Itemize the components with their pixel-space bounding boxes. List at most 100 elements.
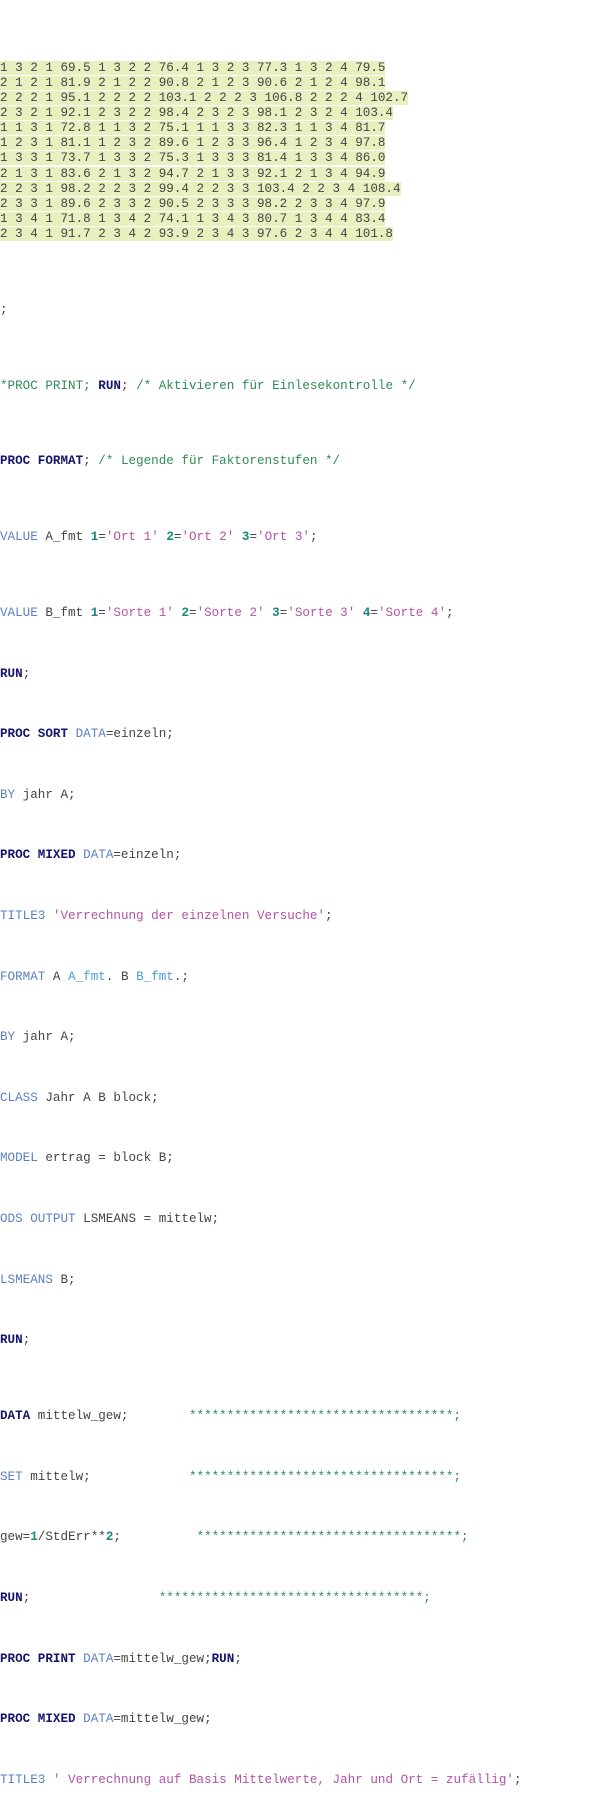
level-label-3: 'Sorte 3' [287, 606, 356, 620]
code-line-proc-print-commented[interactable]: *PROC PRINT; RUN; /* Aktivieren für Einl… [0, 379, 595, 394]
code-line-set-mittelw[interactable]: SET mittelw; ***************************… [0, 1470, 595, 1485]
lsmeans-keyword: LSMEANS [0, 1272, 53, 1287]
semicolon-token: ; [120, 378, 129, 393]
code-line-run-2[interactable]: RUN; [0, 1333, 595, 1348]
data-row[interactable]: 2 2 3 1 98.2 2 2 3 2 99.4 2 2 3 3 103.4 … [0, 181, 595, 197]
data-row[interactable]: 2 1 2 1 81.9 2 1 2 2 90.8 2 1 2 3 90.6 2… [0, 75, 595, 91]
equals: = [98, 530, 106, 545]
code-line-title3-a[interactable]: TITLE3 'Verrechnung der einzelnen Versuc… [0, 909, 595, 924]
star-comment-token: ***********************************; [188, 1409, 462, 1424]
code-line-lsmeans-1[interactable]: LSMEANS B; [0, 1273, 595, 1288]
code-line-format[interactable]: FORMAT A A_fmt. B B_fmt.; [0, 970, 595, 985]
data-row-values: 2 3 4 1 91.7 2 3 4 2 93.9 2 3 4 3 97.6 2… [0, 227, 393, 242]
dataset-name: =einzeln [105, 727, 167, 742]
level-label-3: 'Ort 3' [257, 530, 310, 545]
value-keyword: VALUE [0, 606, 38, 620]
format-keyword: FORMAT [0, 969, 46, 984]
run-keyword: RUN [98, 378, 121, 393]
code-line-title3-b[interactable]: TITLE3 ' Verrechnung auf Basis Mittelwer… [0, 1773, 595, 1788]
gew-variable: gew= [0, 1530, 31, 1545]
code-line-class-1[interactable]: CLASS Jahr A B block; [0, 1091, 595, 1106]
code-line-by-2[interactable]: BY jahr A; [0, 1030, 595, 1045]
title3-keyword: TITLE3 [0, 1772, 46, 1787]
equals: = [370, 606, 378, 620]
semicolon-token: ; [166, 727, 174, 742]
data-row-values: 1 2 3 1 81.1 1 2 3 2 89.6 1 2 3 3 96.4 1… [0, 136, 386, 151]
code-line-datalines-end[interactable]: ; [0, 303, 595, 318]
equals: = [98, 606, 106, 620]
numeric-literal-1: 1 [30, 1530, 38, 1545]
dataset-name: =mittelw_gew; [113, 1712, 212, 1727]
level-label-1: 'Ort 1' [105, 530, 159, 545]
data-row[interactable]: 2 3 3 1 89.6 2 3 3 2 90.5 2 3 3 3 98.2 2… [0, 196, 595, 212]
run-keyword: RUN [211, 1651, 235, 1666]
data-row-values: 1 3 4 1 71.8 1 3 4 2 74.1 1 3 4 3 80.7 1… [0, 212, 386, 227]
data-row[interactable]: 2 2 2 1 95.1 2 2 2 2 103.1 2 2 2 3 106.8… [0, 90, 595, 106]
level-label-2: 'Ort 2' [181, 530, 235, 545]
semicolon-token: ; [325, 909, 333, 924]
data-row[interactable]: 2 3 2 1 92.1 2 3 2 2 98.4 2 3 2 3 98.1 2… [0, 106, 595, 121]
level-value-3: 3 [272, 606, 280, 620]
semicolon-token: ; [234, 1651, 242, 1666]
data-row-values: 1 3 2 1 69.5 1 3 2 2 76.4 1 3 2 3 77.3 1… [0, 60, 386, 75]
equals: = [189, 606, 197, 620]
by-keyword: BY [0, 1030, 16, 1045]
code-line-gew-assignment[interactable]: gew=1/StdErr**2; ***********************… [0, 1530, 595, 1545]
code-line-data-mittelw-gew[interactable]: DATA mittelw_gew; **********************… [0, 1409, 595, 1424]
data-row[interactable]: 1 3 4 1 71.8 1 3 4 2 74.1 1 3 4 3 80.7 1… [0, 212, 595, 227]
set-keyword: SET [0, 1469, 23, 1484]
sas-code-editor[interactable]: 1 3 2 1 69.5 1 3 2 2 76.4 1 3 2 3 77.3 1… [0, 0, 595, 1816]
value-keyword: VALUE [0, 530, 38, 545]
data-option: DATA [83, 848, 114, 863]
code-line-proc-sort[interactable]: PROC SORT DATA=einzeln; [0, 727, 595, 742]
numeric-literal-2: 2 [105, 1530, 114, 1545]
pad [121, 1530, 197, 1544]
title-text: 'Verrechnung der einzelnen Versuche' [52, 909, 325, 924]
semicolon-token: ; [446, 606, 454, 620]
code-line-model-1[interactable]: MODEL ertrag = block B; [0, 1151, 595, 1166]
semicolon-token: ; [513, 1772, 522, 1787]
star-comment-token: ***********************************; [158, 1590, 431, 1605]
code-line-value-b-fmt[interactable]: VALUE B_fmt 1='Sorte 1' 2='Sorte 2' 3='S… [0, 606, 595, 621]
code-line-proc-mixed-2[interactable]: PROC MIXED DATA=mittelw_gew; [0, 1712, 595, 1727]
data-row[interactable]: 2 1 3 1 83.6 2 1 3 2 94.7 2 1 3 3 92.1 2… [0, 166, 595, 182]
format-var-a: A [45, 969, 69, 984]
ods-output-keyword: ODS OUTPUT [0, 1212, 76, 1227]
level-label-2: 'Sorte 2' [196, 606, 265, 620]
code-line-ods-output-1[interactable]: ODS OUTPUT LSMEANS = mittelw; [0, 1212, 595, 1227]
semicolon-token: ; [173, 848, 182, 863]
data-option: DATA [83, 1712, 114, 1727]
data-row[interactable]: 1 2 3 1 81.1 1 2 3 2 89.6 1 2 3 3 96.4 1… [0, 136, 595, 151]
data-row[interactable]: 1 3 3 1 73.7 1 3 3 2 75.3 1 3 3 3 81.4 1… [0, 151, 595, 166]
level-label-4: 'Sorte 4' [378, 606, 447, 620]
semicolon-token: ; [0, 302, 8, 317]
proc-print-keyword: PROC PRINT [0, 1651, 76, 1666]
data-block[interactable]: 1 3 2 1 69.5 1 3 2 2 76.4 1 3 2 3 77.3 1… [0, 60, 595, 243]
star-proc-print-token: *PROC PRINT; [0, 378, 91, 393]
code-line-proc-print-2[interactable]: PROC PRINT DATA=mittelw_gew;RUN; [0, 1652, 595, 1667]
code-line-proc-format[interactable]: PROC FORMAT; /* Legende für Faktorenstuf… [0, 454, 595, 469]
ods-output-target: LSMEANS = mittelw; [75, 1212, 220, 1227]
data-row[interactable]: 1 3 2 1 69.5 1 3 2 2 76.4 1 3 2 3 77.3 1… [0, 60, 595, 76]
semicolon-token: ; [22, 666, 31, 681]
data-row[interactable]: 1 1 3 1 72.8 1 1 3 2 75.1 1 1 3 3 82.3 1… [0, 121, 595, 136]
code-line-proc-mixed-1[interactable]: PROC MIXED DATA=einzeln; [0, 848, 595, 863]
level-label-1: 'Sorte 1' [105, 606, 174, 620]
data-row-values: 2 3 2 1 92.1 2 3 2 2 98.4 2 3 2 3 98.1 2… [0, 106, 393, 121]
class-keyword: CLASS [0, 1090, 38, 1105]
code-line-run-1[interactable]: RUN; [0, 667, 595, 682]
data-option: DATA [83, 1651, 114, 1666]
code-line-by-1[interactable]: BY jahr A; [0, 788, 595, 803]
equals: = [249, 530, 258, 545]
data-row[interactable]: 2 3 4 1 91.7 2 3 4 2 93.9 2 3 4 3 97.6 2… [0, 227, 595, 242]
pad [30, 1591, 158, 1605]
code-line-run-3[interactable]: RUN; ***********************************… [0, 1591, 595, 1606]
code-line-value-a-fmt[interactable]: VALUE A_fmt 1='Ort 1' 2='Ort 2' 3='Ort 3… [0, 530, 595, 545]
level-value-2: 2 [166, 530, 174, 545]
